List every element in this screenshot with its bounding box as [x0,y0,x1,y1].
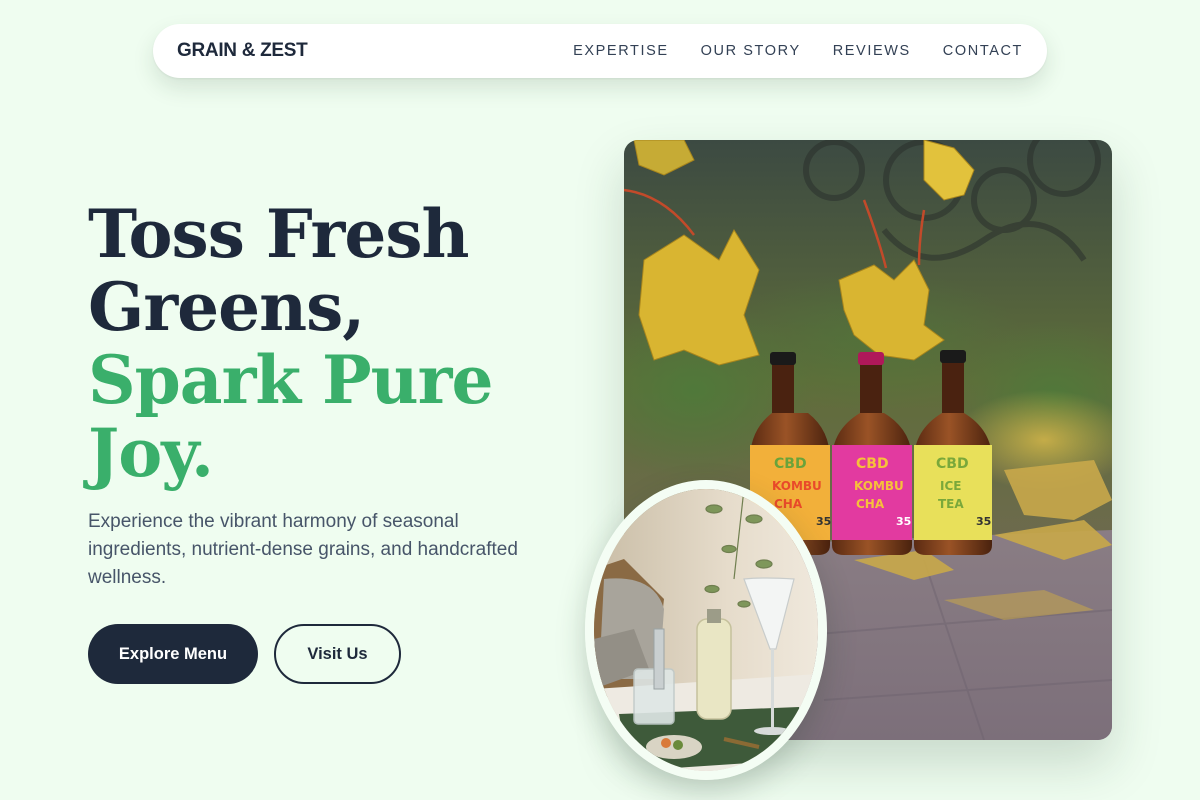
svg-text:35: 35 [896,515,911,528]
svg-text:CBD: CBD [856,456,889,472]
visit-us-button[interactable]: Visit Us [274,624,401,684]
hero-title-line-2: Greens, [88,268,365,346]
top-nav: GRAIN & ZEST EXPERTISE OUR STORY REVIEWS… [153,24,1047,78]
svg-text:KOMBU: KOMBU [772,479,822,493]
svg-text:CHA: CHA [856,497,885,511]
hero-title-line-3: Spark Pure [88,341,493,419]
svg-text:ICE: ICE [940,479,961,493]
svg-text:CBD: CBD [774,456,807,472]
nav-links: EXPERTISE OUR STORY REVIEWS CONTACT [541,43,1023,59]
table-setting-photo [585,480,827,780]
svg-text:35: 35 [976,515,991,528]
nav-link-expertise[interactable]: EXPERTISE [573,43,669,59]
hero-title: Toss Fresh Greens, Spark Pure Joy. [88,198,548,490]
hero-title-line-4: Joy. [88,414,214,492]
nav-link-reviews[interactable]: REVIEWS [833,43,911,59]
nav-link-contact[interactable]: CONTACT [943,43,1023,59]
explore-menu-button[interactable]: Explore Menu [88,624,258,684]
hero-title-line-1: Toss Fresh [88,195,469,273]
nav-link-our-story[interactable]: OUR STORY [701,43,801,59]
svg-text:TEA: TEA [938,497,964,511]
svg-text:KOMBU: KOMBU [854,479,904,493]
svg-text:35: 35 [816,515,831,528]
hero-description: Experience the vibrant harmony of season… [88,511,518,588]
brand-logo[interactable]: GRAIN & ZEST [177,40,308,62]
svg-text:CBD: CBD [936,456,969,472]
